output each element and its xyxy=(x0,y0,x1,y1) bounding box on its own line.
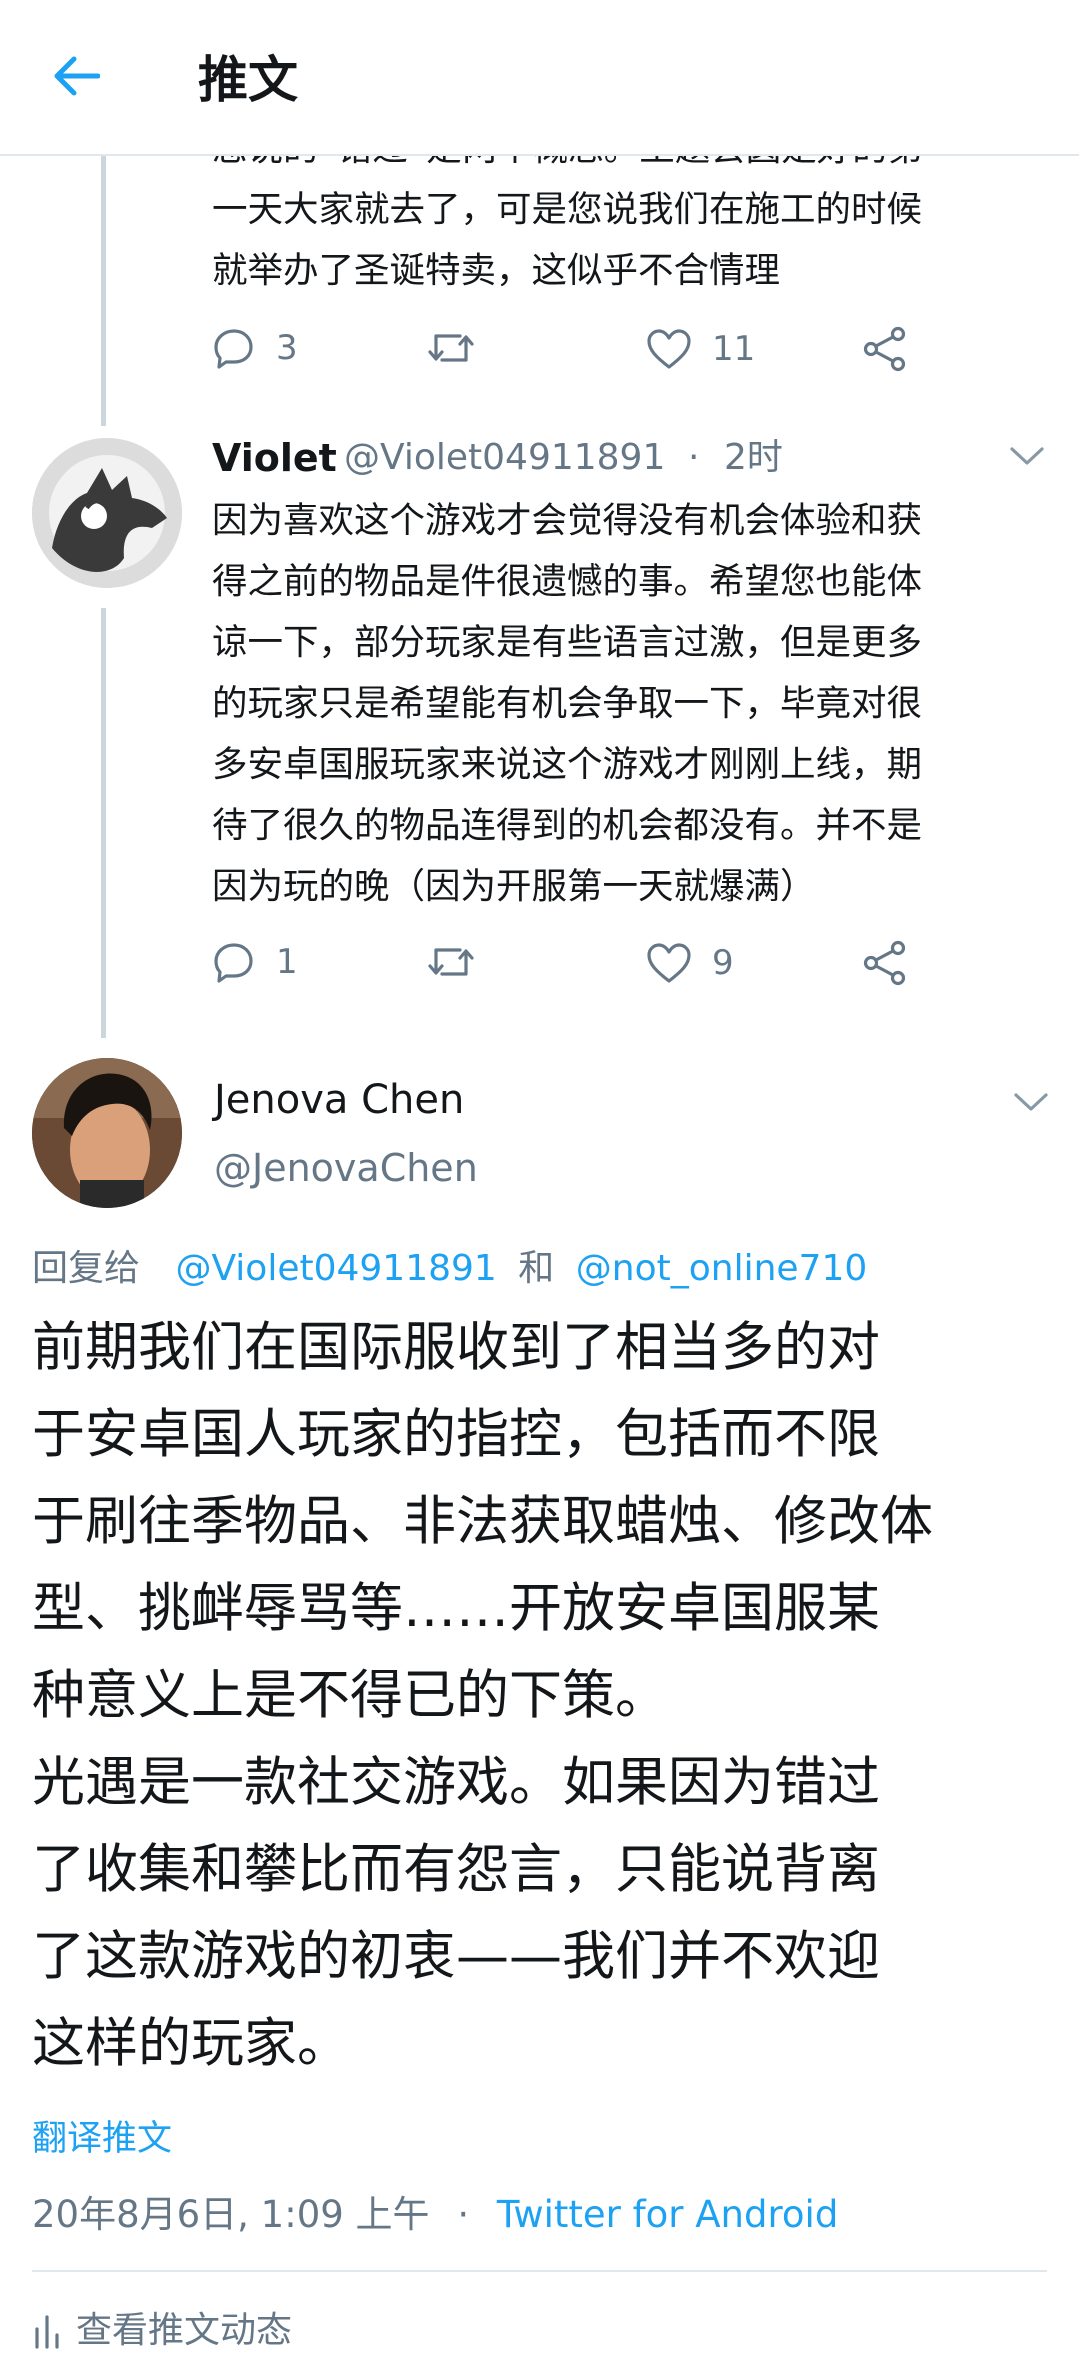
reply-count: 1 xyxy=(276,942,298,982)
author-handle[interactable]: @Violet04911891 xyxy=(344,434,665,482)
tweet-text-line: 谅一下，部分玩家是有些语言过激，但是更多 xyxy=(212,622,923,663)
chevron-down-icon xyxy=(1010,447,1044,465)
tweet-text-line: 一天大家就去了，可是您说我们在施工的时候 xyxy=(212,189,923,230)
activity-chart-icon xyxy=(35,2315,59,2349)
thread-line xyxy=(101,608,106,1038)
author-name[interactable]: Violet xyxy=(212,434,337,482)
avatar-photo xyxy=(32,1058,182,1208)
share-button[interactable] xyxy=(862,326,908,372)
reply-button[interactable]: 1 xyxy=(212,940,298,984)
tweet-text-line: 的玩家只是希望能有机会争取一下，毕竟对很 xyxy=(212,683,923,724)
author-handle[interactable]: @JenovaChen xyxy=(214,1142,478,1194)
translate-tweet-link[interactable]: 翻译推文 xyxy=(32,2114,172,2164)
tweet-text-line: 了收集和攀比而有怨言，只能说背离 xyxy=(32,1839,880,1900)
top-bar: 推文 xyxy=(0,0,1079,156)
reply-icon xyxy=(214,329,253,369)
tweet-text-line: 多安卓国服玩家来说这个游戏才刚刚上线，期 xyxy=(212,744,923,785)
tweet-text-line: 这样的玩家。 xyxy=(32,2013,350,2074)
tweet-timestamp-line: 20年8月6日, 1:09 上午 · Twitter for Android xyxy=(32,2188,838,2242)
tweet-text-line: 型、挑衅辱骂等……开放安卓国服某 xyxy=(32,1578,880,1639)
view-tweet-activity-button[interactable]: 查看推文动态 xyxy=(32,2306,292,2356)
tweet-text-line: 光遇是一款社交游戏。如果因为错过 xyxy=(32,1752,880,1813)
retweet-button[interactable] xyxy=(426,328,476,368)
tweet-text-line: 因为喜欢这个游戏才会觉得没有机会体验和获 xyxy=(212,500,923,541)
reply-to-and: 和 xyxy=(518,1248,555,1289)
reply-button[interactable]: 3 xyxy=(212,326,298,370)
retweet-button[interactable] xyxy=(426,942,476,982)
heart-icon xyxy=(647,943,691,983)
tweet-text-line: 于安卓国人玩家的指控，包括而不限 xyxy=(32,1404,880,1465)
more-options-button[interactable] xyxy=(1008,444,1046,472)
reply-icon xyxy=(214,943,253,983)
tweet-text-line: 前期我们在国际服收到了相当多的对 xyxy=(32,1317,880,1378)
tweet-text-line: 了这款游戏的初衷——我们并不欢迎 xyxy=(32,1926,880,1987)
tweet-text-line: 就举办了圣诞特卖，这似乎不合情理 xyxy=(212,250,781,291)
avatar[interactable] xyxy=(32,438,182,588)
share-icon xyxy=(863,326,906,372)
page-title: 推文 xyxy=(198,51,298,109)
avatar[interactable] xyxy=(32,1058,182,1208)
author-name[interactable]: Jenova Chen xyxy=(214,1074,464,1126)
tweet-time: 2时 xyxy=(724,437,783,478)
reply-to-label: 回复给 xyxy=(32,1248,141,1289)
mention-link[interactable]: @not_online710 xyxy=(576,1248,867,1289)
reply-count: 3 xyxy=(276,328,298,368)
like-button[interactable]: 11 xyxy=(646,328,755,370)
tweet-source-link[interactable]: Twitter for Android xyxy=(497,2193,838,2236)
share-icon xyxy=(863,940,906,986)
share-button[interactable] xyxy=(862,940,908,986)
tweet-text-line: 种意义上是不得已的下策。 xyxy=(32,1665,668,1726)
reply-to-line: 回复给 @Violet04911891 和 @not_online710 xyxy=(32,1242,867,1296)
retweet-icon xyxy=(428,334,474,362)
tweet-text-line: 因为玩的晚（因为开服第一天就爆满） xyxy=(212,866,816,907)
mention-link[interactable]: @Violet04911891 xyxy=(175,1248,496,1289)
activity-label: 查看推文动态 xyxy=(76,2310,293,2351)
chevron-down-icon xyxy=(1014,1093,1048,1111)
tweet-text-line: 于刷往季物品、非法获取蜡烛、修改体 xyxy=(32,1491,933,1552)
avatar-image xyxy=(32,438,182,588)
like-button[interactable]: 9 xyxy=(646,942,734,984)
thread-line xyxy=(101,154,106,426)
retweet-icon xyxy=(428,948,474,976)
divider xyxy=(32,2270,1047,2272)
meta-separator: · xyxy=(688,437,700,478)
back-button[interactable] xyxy=(44,44,108,108)
heart-icon xyxy=(647,329,691,369)
meta-separator: · xyxy=(457,2193,470,2236)
tweet-text-line: 待了很久的物品连得到的机会都没有。并不是 xyxy=(212,805,923,846)
tweet-timestamp: 20年8月6日, 1:09 上午 xyxy=(32,2193,430,2236)
back-arrow-icon xyxy=(54,56,100,96)
like-count: 11 xyxy=(712,329,756,369)
tweet-text-line: 得之前的物品是件很遗憾的事。希望您也能体 xyxy=(212,561,923,602)
like-count: 9 xyxy=(712,943,734,983)
more-options-button[interactable] xyxy=(1012,1090,1050,1118)
